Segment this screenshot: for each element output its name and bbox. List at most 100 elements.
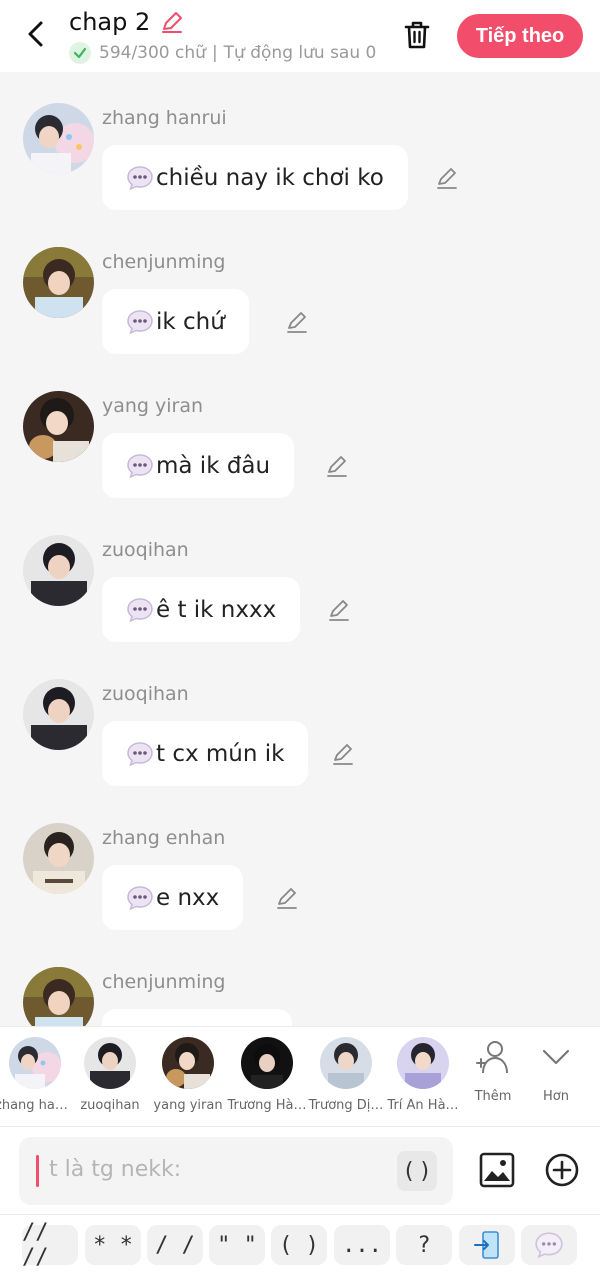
avatar[interactable] [23,103,94,174]
word-count: 594/300 chữ [99,43,206,63]
insert-dialogue-button[interactable] [521,1225,577,1265]
message-bubble[interactable]: t cx mún ik [102,721,309,786]
list-item: chenjunming [0,967,600,1026]
symbol-asterisk-button[interactable]: * * [85,1225,141,1265]
trash-icon [404,21,430,49]
edit-icon[interactable] [434,165,460,191]
chapter-title-group: chap 2 594/300 chữ | Tự động lưu sau 0 [69,8,376,64]
speech-bubble-icon [127,741,153,766]
add-character-button[interactable]: Thêm [463,1039,523,1104]
avatar[interactable] [23,823,94,894]
edit-icon[interactable] [330,741,356,767]
message-text: e nxx [156,884,220,911]
list-item: zuoqihan t cx mún ik [0,679,600,819]
message-bubble[interactable]: e nxx [102,865,244,930]
avatar[interactable] [23,535,94,606]
edit-icon[interactable] [324,453,350,479]
speech-bubble-icon [127,597,153,622]
speech-bubble-icon [127,165,153,190]
edit-icon[interactable] [284,309,310,335]
image-icon[interactable] [478,1151,516,1189]
phone-enter-icon [474,1231,499,1259]
message-text: mà ik đâu [156,452,271,479]
message-input[interactable]: t là tg nekk: ( ) [19,1137,453,1205]
symbol-question-button[interactable]: ? [396,1225,452,1265]
sender-name: zuoqihan [102,683,189,705]
avatar[interactable] [23,679,94,750]
message-bubble[interactable]: chiều nay ik chơi ko [102,145,408,210]
character-chip[interactable]: zuoqihan [70,1037,150,1113]
autosave-text: Tự động lưu sau 0 [223,43,377,63]
message-text: chiều nay ik chơi ko [156,164,384,191]
avatar[interactable] [23,391,94,462]
message-bubble[interactable]: ê t ik nxxx [102,577,301,642]
edit-icon[interactable] [274,885,300,911]
message-bubble[interactable]: mà ik đâu [102,433,295,498]
sender-name: chenjunming [102,251,226,273]
input-placeholder: t là tg nekk: [49,1157,182,1182]
message-bubble[interactable] [102,1009,292,1026]
sender-name: zuoqihan [102,539,189,561]
character-name: Trí Ân Hà… [387,1098,459,1113]
list-item: yang yiran mà ik đâu [0,391,600,531]
message-text: t cx mún ik [156,740,285,767]
sender-name: zhang enhan [102,827,226,849]
list-item: zhang enhan e nxx [0,823,600,963]
list-item: zhang hanrui chiều nay ik chơi ko [0,103,600,243]
status-separator: | [211,43,218,63]
message-text: ik chứ [156,308,225,335]
symbol-double-slash-button[interactable]: // // [22,1220,78,1270]
avatar [320,1037,372,1089]
character-name: Trương Hà… [227,1098,307,1113]
avatar[interactable] [23,967,94,1026]
speech-bubble-icon [127,309,153,334]
add-circle-icon[interactable] [543,1151,581,1189]
character-name: zuoqihan [80,1098,140,1113]
avatar [162,1037,214,1089]
symbol-quote-button[interactable]: " " [209,1225,265,1265]
next-button[interactable]: Tiếp theo [457,14,583,58]
character-chip[interactable]: zhang han… [0,1037,75,1113]
speech-bubble-icon [127,453,153,478]
message-bubble[interactable]: ik chứ [102,289,249,354]
symbol-slash-button[interactable]: / / [147,1225,203,1265]
character-chip[interactable]: Trương Hà… [227,1037,307,1113]
sender-name: zhang hanrui [102,107,227,129]
symbol-ellipsis-button[interactable]: ... [334,1225,390,1265]
speech-bubble-icon [127,885,153,910]
sender-name: yang yiran [102,395,204,417]
back-button[interactable] [20,18,52,50]
composer: t là tg nekk: ( ) [0,1126,600,1214]
character-strip: zhang han… zuoqihan yang yiran Trương Hà… [0,1026,600,1126]
avatar [9,1037,61,1089]
message-list[interactable]: zhang hanrui chiều nay ik chơi ko chenju… [0,72,600,1026]
avatar [241,1037,293,1089]
character-chip[interactable]: Trương Dị… [306,1037,386,1113]
chevron-down-icon [542,1049,570,1065]
chevron-left-icon [28,21,43,47]
character-chip[interactable]: Trí Ân Hà… [383,1037,463,1113]
delete-button[interactable] [400,18,434,52]
edit-icon[interactable] [326,597,352,623]
text-caret [36,1155,39,1187]
speech-bubble-icon [535,1232,563,1259]
sender-name: chenjunming [102,971,226,993]
character-name: Trương Dị… [308,1098,384,1113]
top-bar: chap 2 594/300 chữ | Tự động lưu sau 0 T… [0,0,600,72]
list-item: zuoqihan ê t ik nxxx [0,535,600,675]
list-item: chenjunming ik chứ [0,247,600,387]
parentheses-button[interactable]: ( ) [397,1151,437,1191]
character-chip[interactable]: yang yiran [148,1037,228,1113]
pencil-icon[interactable] [159,9,185,35]
more-button[interactable]: Hơn [526,1039,586,1104]
more-label: Hơn [543,1089,569,1104]
character-name: yang yiran [153,1098,223,1113]
add-character-label: Thêm [474,1089,512,1104]
symbol-paren-button[interactable]: ( ) [271,1225,327,1265]
avatar[interactable] [23,247,94,318]
page-title: chap 2 [69,8,151,36]
message-text: ê t ik nxxx [156,596,277,623]
avatar [397,1037,449,1089]
check-icon [69,42,91,64]
insert-scene-button[interactable] [459,1225,515,1265]
